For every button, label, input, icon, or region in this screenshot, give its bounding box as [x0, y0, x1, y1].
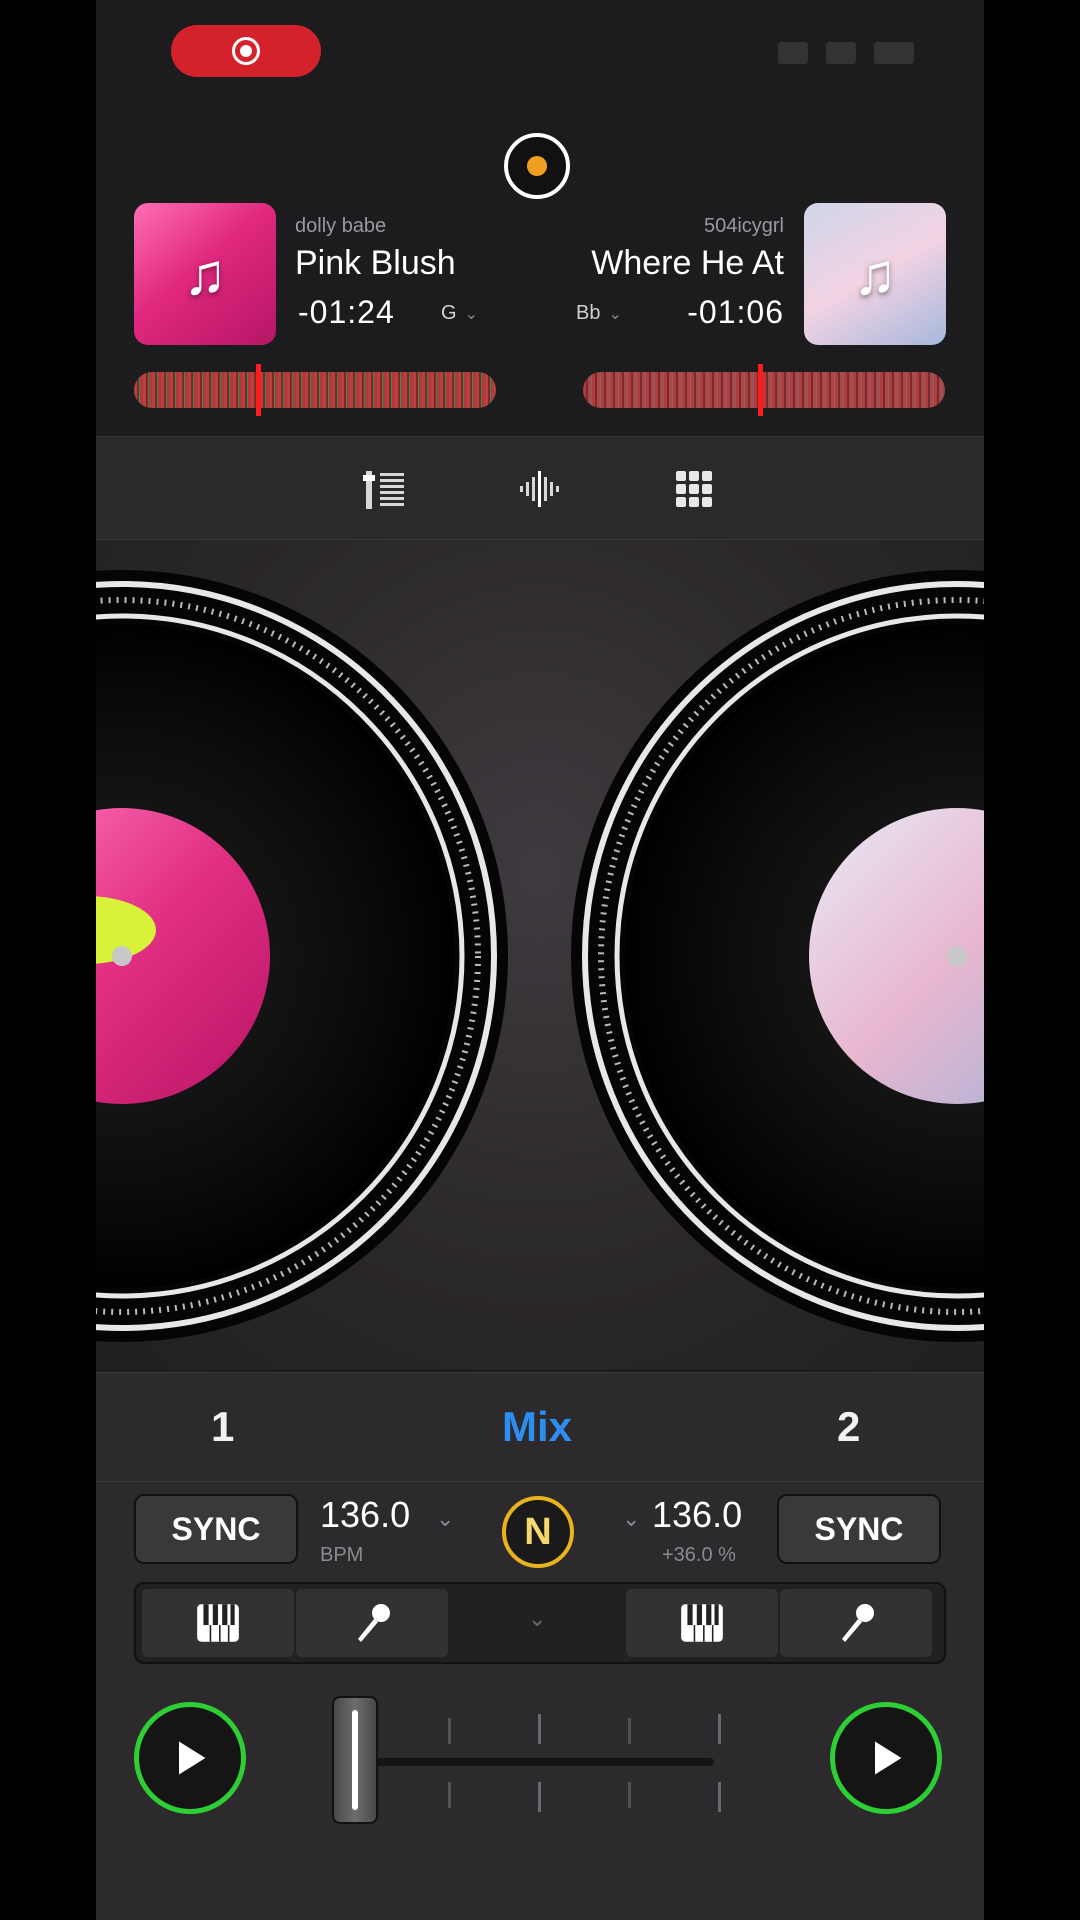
record-icon — [232, 37, 260, 65]
deck1-cover-art[interactable]: ♫ — [134, 203, 276, 345]
deck2-cover-art[interactable]: ♫ — [804, 203, 946, 345]
deck2-artist: 504icygrl — [703, 215, 784, 237]
deck1-bpm[interactable]: 136.0 — [320, 1494, 410, 1536]
turntables-area — [96, 540, 984, 1370]
tab-deck2[interactable]: 2 — [837, 1403, 860, 1451]
deck2-keyboard-button[interactable] — [626, 1589, 778, 1657]
mixer-icon[interactable] — [362, 465, 410, 513]
deck1-turntable[interactable] — [96, 570, 508, 1342]
microphone-icon — [842, 1604, 874, 1642]
deck2-sync-button[interactable]: SYNC — [777, 1494, 941, 1564]
deck1-key-selector[interactable]: G ⌄ — [441, 302, 478, 325]
deck1-artist: dolly babe — [295, 215, 387, 237]
deck1-sync-button[interactable]: SYNC — [134, 1494, 298, 1564]
music-note-icon: ♫ — [183, 241, 227, 307]
chevron-down-icon[interactable]: ⌄ — [528, 1606, 546, 1632]
deck-tabs: 1 Mix 2 — [96, 1372, 984, 1482]
play-icon — [875, 1741, 902, 1775]
piano-icon — [681, 1604, 723, 1642]
waveform-icon[interactable] — [516, 465, 564, 513]
record-dot-icon — [527, 156, 547, 176]
deck2-time-remaining: -01:06 — [687, 294, 784, 330]
music-note-icon: ♫ — [853, 241, 897, 307]
crossfader-tick — [448, 1782, 451, 1808]
deck1-play-button[interactable] — [134, 1702, 246, 1814]
view-toolbar — [96, 436, 984, 540]
pad-bar: ⌄ — [134, 1582, 946, 1664]
deck2-bpm[interactable]: 136.0 — [652, 1494, 742, 1536]
deck2-key-selector[interactable]: Bb ⌄ — [576, 302, 622, 325]
crossfader-tick — [538, 1782, 541, 1812]
tab-deck1[interactable]: 1 — [211, 1403, 234, 1451]
deck2-title: Where He At — [591, 244, 784, 282]
piano-icon — [197, 1604, 239, 1642]
deck1-playhead — [256, 364, 261, 416]
crossfader-track[interactable] — [354, 1758, 714, 1766]
crossfader-tick — [628, 1718, 631, 1744]
status-icons — [778, 42, 914, 64]
crossfader-tick — [718, 1714, 721, 1744]
dj-app: ♫ dolly babe Pink Blush -01:24 G ⌄ ♫ 504… — [96, 0, 984, 1920]
deck1-mic-button[interactable] — [296, 1589, 448, 1657]
sync-mode-button[interactable]: N — [502, 1496, 574, 1568]
play-icon — [179, 1741, 206, 1775]
deck2-pitch: +36.0 % — [662, 1544, 736, 1566]
chevron-down-icon: ⌄ — [464, 305, 478, 323]
deck1-bpm-label: BPM — [320, 1544, 364, 1566]
deck1-key: G — [441, 302, 457, 324]
status-bar — [96, 0, 984, 100]
microphone-icon — [358, 1604, 390, 1642]
battery-icon — [874, 42, 914, 64]
chevron-down-icon[interactable]: ⌄ — [622, 1506, 640, 1532]
deck1-keyboard-button[interactable] — [142, 1589, 294, 1657]
crossfader-handle[interactable] — [332, 1696, 378, 1824]
master-record-button[interactable] — [504, 133, 570, 199]
deck1-title: Pink Blush — [295, 244, 456, 282]
crossfader-tick — [448, 1718, 451, 1744]
deck2-playhead — [758, 364, 763, 416]
deck1-waveform[interactable] — [134, 372, 496, 408]
screen-record-indicator[interactable] — [171, 25, 321, 77]
deck2-mic-button[interactable] — [780, 1589, 932, 1657]
deck2-key: Bb — [576, 302, 601, 324]
mixer-controls: SYNC 136.0 ⌄ BPM N ⌄ 136.0 +36.0 % SYNC — [96, 1482, 984, 1920]
crossfader-tick — [718, 1782, 721, 1812]
chevron-down-icon: ⌄ — [608, 305, 622, 323]
tab-mix[interactable]: Mix — [502, 1403, 572, 1451]
deck2-turntable[interactable] — [571, 570, 984, 1342]
wifi-icon — [826, 42, 856, 64]
signal-icon — [778, 42, 808, 64]
crossfader-tick — [628, 1782, 631, 1808]
deck2-play-button[interactable] — [830, 1702, 942, 1814]
deck1-time-remaining: -01:24 — [298, 294, 395, 330]
pads-grid-icon[interactable] — [670, 465, 718, 513]
chevron-down-icon[interactable]: ⌄ — [436, 1506, 454, 1532]
deck2-waveform[interactable] — [583, 372, 945, 408]
crossfader-tick — [538, 1714, 541, 1744]
